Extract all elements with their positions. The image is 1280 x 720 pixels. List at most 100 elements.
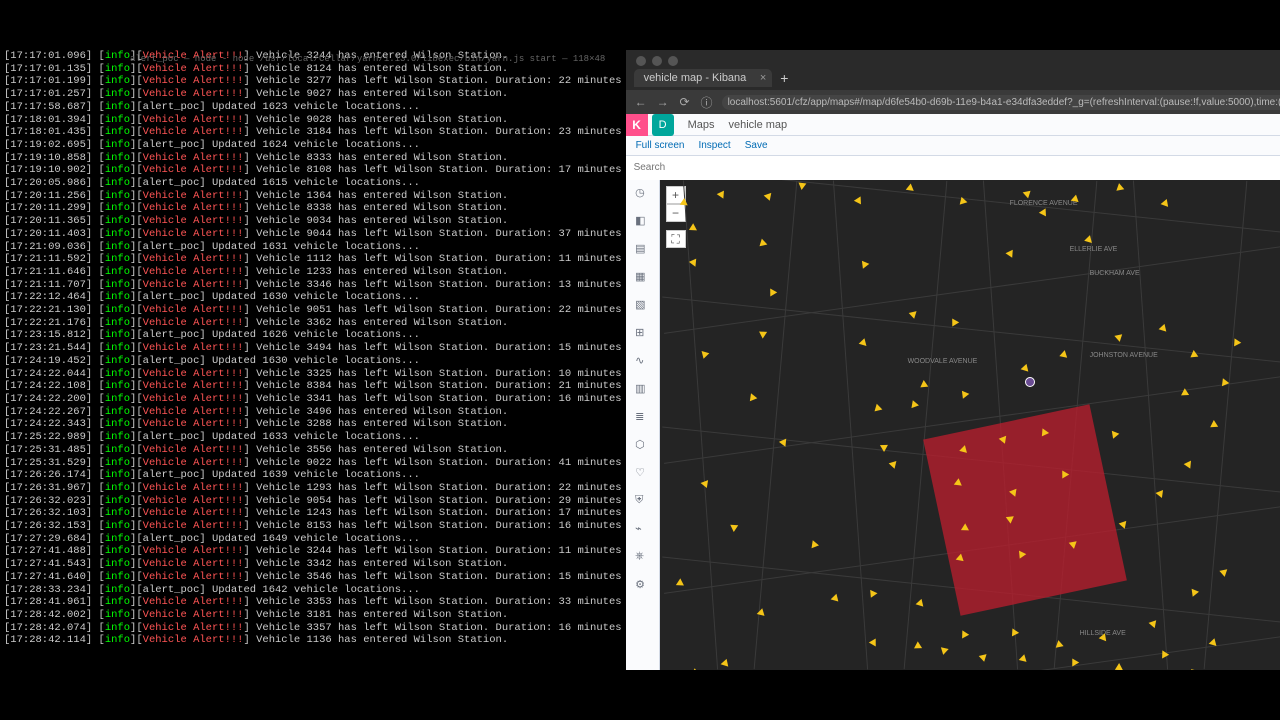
vehicle-marker[interactable] [688,223,698,233]
discover-icon[interactable]: ◧ [635,214,649,228]
vehicle-marker[interactable] [716,188,727,198]
vehicle-marker[interactable] [746,393,757,403]
vehicle-marker[interactable] [1054,639,1063,647]
vehicle-marker[interactable] [1114,663,1122,670]
vehicle-marker[interactable] [858,338,869,349]
close-icon[interactable] [636,56,646,66]
log-line: [17:21:11.646] [info][Vehicle Alert!!!] … [4,266,622,279]
vehicle-marker[interactable] [688,668,698,670]
vehicle-marker[interactable] [719,659,728,668]
vehicle-marker[interactable] [908,308,919,319]
vehicle-marker[interactable] [1159,199,1167,208]
close-tab-icon[interactable]: × [760,72,766,84]
vehicle-marker[interactable] [1113,183,1124,194]
vehicle-marker[interactable] [1183,458,1194,468]
vehicle-marker[interactable] [858,258,869,268]
zoom-out-button[interactable]: − [666,204,686,222]
vehicle-marker[interactable] [1008,627,1018,637]
vehicle-marker[interactable] [914,599,923,608]
uptime-icon[interactable]: ♡ [635,466,649,480]
breadcrumb-maps[interactable]: Maps [688,119,715,131]
map-canvas[interactable]: + − ⛶ LAYERS vehiclesvehicle 8341poc-geo… [660,180,1280,670]
vehicle-marker[interactable] [729,525,737,533]
vehicle-marker[interactable] [958,629,968,639]
siem-icon[interactable]: ⛨ [635,494,649,508]
maps-icon[interactable]: ⊞ [635,326,649,340]
minimize-icon[interactable] [652,56,662,66]
vehicle-marker[interactable] [939,647,948,656]
space-switcher[interactable]: D [652,114,674,136]
vehicle-marker[interactable] [958,388,969,398]
clock-icon[interactable]: ◷ [635,186,649,200]
inspect-button[interactable]: Inspect [698,140,730,151]
ml-icon[interactable]: ∿ [635,354,649,368]
devtools-icon[interactable]: ⌁ [635,522,649,536]
vehicle-marker[interactable] [1068,658,1078,668]
vehicle-marker[interactable] [909,399,919,408]
vehicle-marker[interactable] [1147,619,1155,628]
vehicle-marker[interactable] [674,578,684,588]
monitoring-icon[interactable]: ⎈ [635,550,649,564]
info-icon[interactable]: ⓘ [700,94,714,111]
back-icon[interactable]: ← [634,95,648,109]
reload-icon[interactable]: ⟳ [678,95,692,109]
vehicle-marker[interactable] [1189,669,1199,670]
zoom-icon[interactable] [668,56,678,66]
vehicle-marker[interactable] [1114,334,1123,343]
vehicle-marker[interactable] [759,328,769,338]
vehicle-marker[interactable] [1005,249,1013,257]
fullscreen-button[interactable]: Full screen [636,140,685,151]
vehicle-marker[interactable] [1021,189,1030,199]
vehicle-marker[interactable] [1059,349,1068,358]
search-input[interactable] [626,156,1280,180]
vehicle-marker[interactable] [1108,428,1119,438]
vehicle-marker[interactable] [809,539,819,548]
vehicle-marker[interactable] [1019,364,1028,373]
vehicle-marker[interactable] [1084,234,1094,243]
vehicle-marker[interactable] [978,651,989,662]
vehicle-marker[interactable] [699,479,707,488]
visualize-icon[interactable]: ▤ [635,242,649,256]
vehicle-marker[interactable] [1189,350,1198,358]
new-tab-button[interactable]: + [780,70,788,86]
vehicle-marker[interactable] [1157,324,1166,333]
geo-fence[interactable] [923,404,1127,615]
vehicle-marker[interactable] [763,190,774,201]
log-line: [17:26:32.103] [info][Vehicle Alert!!!] … [4,507,622,520]
save-button[interactable]: Save [745,140,768,151]
apm-icon[interactable]: ⬡ [635,438,649,452]
vehicle-marker[interactable] [829,594,838,603]
vehicle-marker[interactable] [797,183,806,191]
canvas-icon[interactable]: ▧ [635,298,649,312]
vehicle-marker[interactable] [679,198,688,206]
vehicle-marker[interactable] [1209,420,1217,427]
log-line: [17:28:42.114] [info][Vehicle Alert!!!] … [4,634,622,647]
terminal-pane[interactable]: alert_poc — node - node /usr/local/Cella… [0,0,626,720]
vehicle-marker[interactable] [698,348,709,359]
vehicle-marker[interactable] [870,589,878,598]
vehicle-marker[interactable] [880,445,888,452]
vehicle-marker[interactable] [888,458,899,469]
vehicle-marker[interactable] [1189,589,1199,598]
kibana-logo-icon[interactable]: K [626,114,648,136]
management-icon[interactable]: ⚙ [635,578,649,592]
dashboard-icon[interactable]: ▦ [635,270,649,284]
vehicle-marker[interactable] [759,239,768,249]
vehicle-marker[interactable] [959,197,968,206]
vehicle-marker[interactable] [1018,654,1029,665]
vehicle-marker[interactable] [919,380,928,388]
vehicle-8341-marker[interactable] [1025,377,1035,387]
forward-icon[interactable]: → [656,95,670,109]
vehicle-marker[interactable] [1219,569,1228,577]
browser-tab[interactable]: vehicle map - Kibana × [634,69,773,87]
infra-icon[interactable]: ▥ [635,382,649,396]
address-bar[interactable]: localhost:5601/cfz/app/maps#/map/d6fe54b… [722,95,1280,110]
vehicle-marker[interactable] [853,195,863,205]
logs-icon[interactable]: ≣ [635,410,649,424]
fit-bounds-button[interactable]: ⛶ [666,230,686,248]
vehicle-marker[interactable] [914,641,924,651]
vehicle-marker[interactable] [874,404,883,414]
vehicle-marker[interactable] [766,288,776,298]
vehicle-marker[interactable] [868,638,878,648]
vehicle-marker[interactable] [1155,489,1163,498]
